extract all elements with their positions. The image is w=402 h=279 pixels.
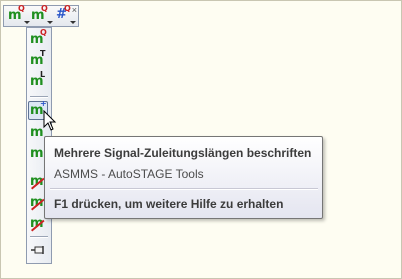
tooltip-subtitle: ASMMS - AutoSTAGE Tools — [54, 167, 204, 181]
unpin-button[interactable] — [29, 242, 49, 260]
floating-toolbar: m Q m Q # Q × — [3, 5, 79, 27]
tooltip: Mehrere Signal-Zuleitungslängen beschrif… — [44, 136, 323, 219]
tooltip-help: F1 drücken, um weitere Hilfe zu erhalten — [54, 197, 284, 211]
close-icon[interactable]: × — [72, 6, 77, 15]
mouse-cursor-icon — [43, 110, 57, 131]
m-icon: m — [30, 146, 44, 161]
separator — [30, 236, 48, 238]
toolbar-button-q[interactable]: m Q — [29, 29, 49, 49]
m-icon: m — [30, 125, 44, 140]
pin-icon — [31, 246, 44, 254]
toolbar-button-l[interactable]: m L — [29, 71, 49, 91]
toolbar-button-t[interactable]: m T — [29, 50, 49, 70]
tooltip-title: Mehrere Signal-Zuleitungslängen beschrif… — [54, 146, 312, 160]
label-signal-button[interactable]: m Q — [7, 5, 30, 25]
separator — [30, 96, 48, 98]
label-signal-length-button[interactable]: m Q — [30, 5, 53, 25]
tooltip-divider — [50, 188, 318, 190]
dropdown-arrow-icon[interactable] — [70, 21, 76, 24]
